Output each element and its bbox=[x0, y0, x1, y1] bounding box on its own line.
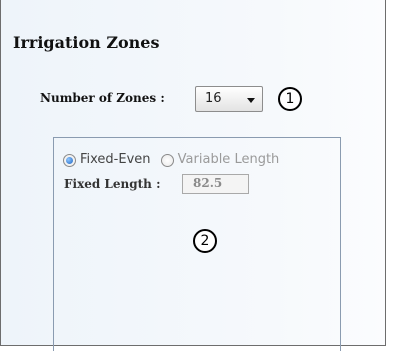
length-mode-radio-group: Fixed-Even Variable Length bbox=[63, 152, 285, 167]
fixed-even-radio[interactable]: Fixed-Even bbox=[63, 152, 151, 167]
callout-marker-2: 2 bbox=[193, 229, 217, 253]
fixed-even-label: Fixed-Even bbox=[80, 152, 151, 167]
irrigation-zones-panel: Irrigation Zones Number of Zones : 16 1 … bbox=[0, 0, 386, 351]
chevron-down-icon bbox=[247, 98, 255, 103]
radio-unselected-icon bbox=[160, 154, 174, 167]
number-of-zones-label: Number of Zones : bbox=[40, 91, 165, 105]
variable-length-radio[interactable]: Variable Length bbox=[160, 152, 280, 167]
callout-marker-1: 1 bbox=[278, 87, 302, 111]
fixed-length-field[interactable]: 82.5 bbox=[182, 174, 249, 194]
section-title: Irrigation Zones bbox=[13, 33, 160, 52]
variable-length-label: Variable Length bbox=[177, 152, 280, 167]
radio-selected-icon bbox=[63, 154, 76, 167]
number-of-zones-value: 16 bbox=[205, 91, 222, 106]
number-of-zones-dropdown[interactable]: 16 bbox=[195, 86, 263, 112]
fixed-length-label: Fixed Length : bbox=[64, 177, 161, 191]
